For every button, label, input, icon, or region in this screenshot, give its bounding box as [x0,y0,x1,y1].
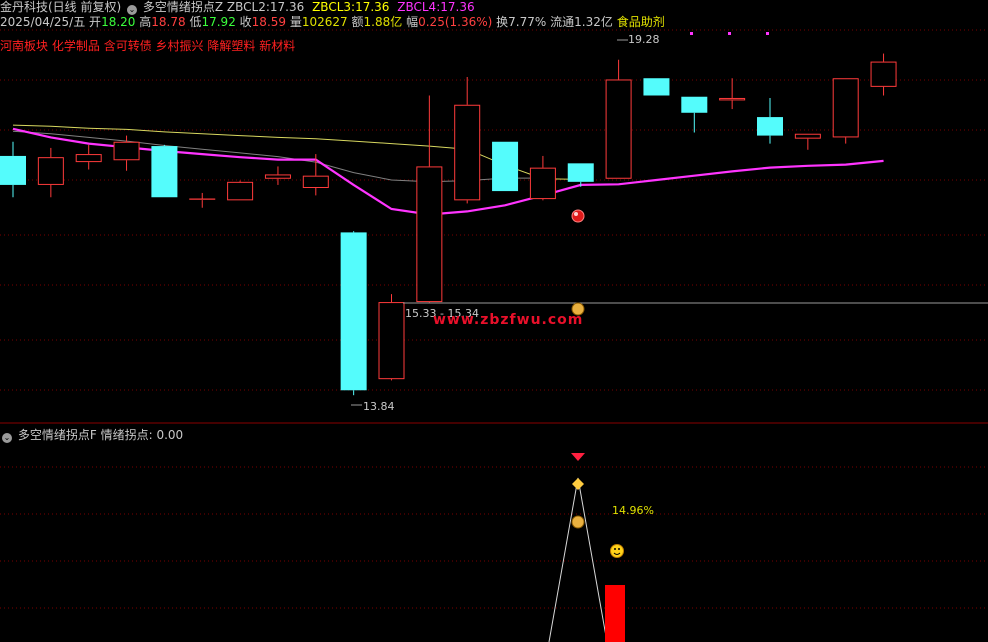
change-value: 0.25(1.36%) [418,15,493,29]
candle-body [643,78,670,96]
price-marks [351,32,988,406]
concept-tag[interactable]: 河南板块 [0,39,48,53]
zbcl3-value: 17.36 [355,0,390,14]
candle-body [567,163,594,182]
high-label: 高 [139,15,152,29]
sub-panel-title: ⌄ 多空情绪拐点F 情绪拐点: 0.00 [0,428,183,443]
amount-label: 额 [351,15,364,29]
turnover-label: 换 [496,15,509,29]
signal-dot [766,32,769,35]
settings-circle-icon[interactable]: ⌄ [127,5,138,15]
candle-body [227,181,254,201]
high-value: 18.78 [151,15,186,29]
concept-tag[interactable]: 乡村振兴 [156,39,204,53]
low-label: 低 [189,15,202,29]
signal-ball-icon [574,212,578,216]
concept-tag[interactable]: 化学制品 [52,39,100,53]
candle-body [0,155,26,185]
volume-label: 量 [289,15,302,29]
concept-tag[interactable]: 含可转债 [104,39,152,53]
candle-body [340,232,367,391]
amount-value: 1.88亿 [363,15,403,29]
gem-icon [572,478,584,490]
close-value: 18.59 [251,15,287,29]
candle-body [757,117,783,136]
signal-dot [728,32,731,35]
candle-body [832,78,859,138]
candle-body [151,146,178,198]
settings-circle-icon[interactable]: ⌄ [2,433,12,443]
concept-tag[interactable]: 新材料 [259,39,295,53]
smiley-eye [618,548,620,550]
moving-averages [12,124,884,216]
pct-mark-label: 14.96% [612,504,654,517]
zbcl4-value: 17.36 [440,0,475,14]
candles [0,53,897,396]
title-bar: 金丹科技(日线 前复权) ⌄ 多空情绪拐点Z ZBCL2:17.36 ZBCL3… [0,0,479,15]
indicator-name[interactable]: 多空情绪拐点Z [143,0,223,14]
sector-label[interactable]: 食品助剂 [617,15,665,29]
candle-body [605,79,632,179]
low-value: 17.92 [201,15,236,29]
high-mark-label: 19.28 [628,33,660,46]
candle-body [492,141,519,192]
watermark: www.zbzfwu.com [433,312,584,328]
zbcl2-label: ZBCL2: [226,0,270,14]
open-value: 18.20 [101,15,136,29]
candle-body [870,61,897,87]
sub-indicator-value: 0.00 [156,428,184,442]
zbcl3-label: ZBCL3: [312,0,356,14]
concept-tag[interactable]: 降解塑料 [207,39,255,53]
float-value: 1.32亿 [574,15,613,29]
smiley-eye [614,548,616,550]
smiley-icon [610,544,624,558]
candle-body [794,133,821,139]
low-mark-label: 13.84 [363,400,395,413]
candle-body [302,175,329,189]
signal-ball-icon [571,209,585,223]
stock-title[interactable]: 金丹科技(日线 前复权) [0,0,121,14]
float-label: 流通 [550,15,575,29]
close-label: 收 [239,15,252,29]
candle-body [681,96,708,113]
sub-indicator-name[interactable]: 多空情绪拐点F [18,428,97,442]
volume-value: 102627 [301,15,348,29]
sub-line [548,477,608,642]
diamond-icon [571,453,585,461]
sub-indicator-label: 情绪拐点: [100,428,153,442]
turnover-value: 7.77% [508,15,547,29]
candle-body [416,166,443,303]
candle-body [75,154,102,163]
signal-dot [690,32,693,35]
candle-body [719,97,746,101]
sub-indicator [548,453,625,642]
concept-tags: 河南板块 化学制品 含可转债 乡村振兴 降解塑料 新材料 [0,39,295,54]
money-bag-icon [571,515,585,529]
change-label: 幅 [406,15,419,29]
zbcl4-label: ZBCL4: [397,0,441,14]
candle-body [529,167,556,200]
zbcl2-value: 17.36 [269,0,305,14]
quote-date: 2025/04/25/五 [0,15,86,29]
quote-bar: 2025/04/25/五 开18.20 高18.78 低17.92 收18.59… [0,15,665,30]
candle-body [378,302,405,380]
candle-body [264,174,291,179]
open-label: 开 [89,15,102,29]
ma-magenta-line [12,127,884,216]
candle-body [113,141,140,161]
candle-body [37,157,64,185]
sub-bar [605,585,625,642]
candle-body [454,104,481,201]
